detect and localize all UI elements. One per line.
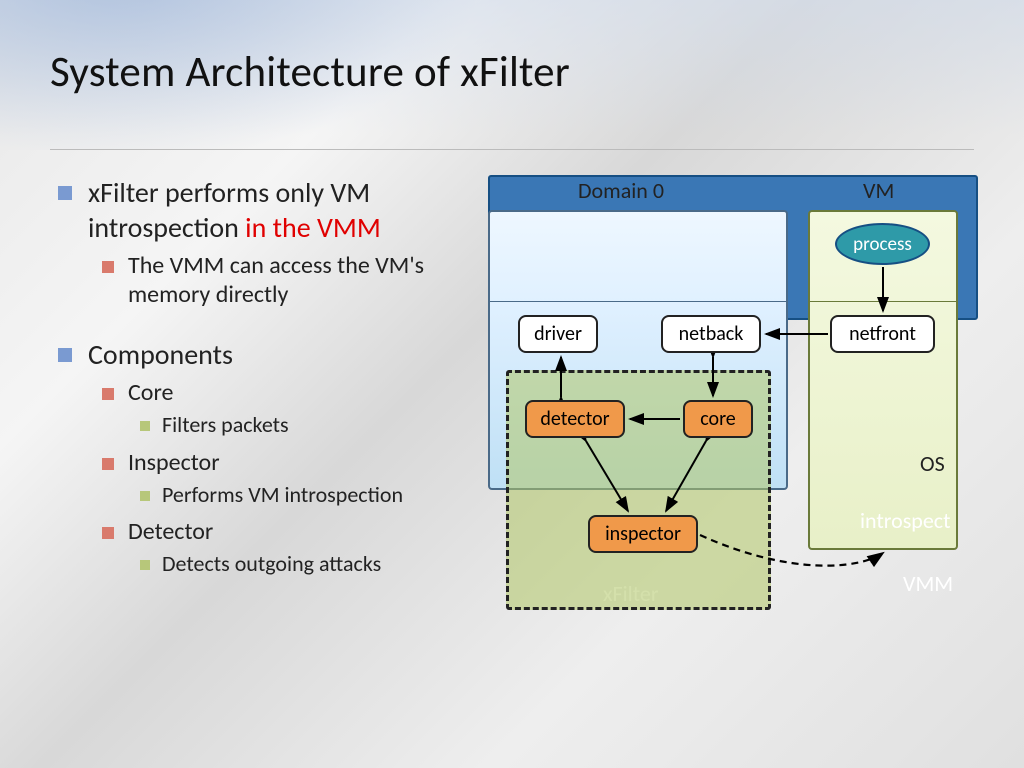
square-bullet-icon — [102, 388, 114, 400]
bullet-text: Detector — [128, 517, 213, 546]
architecture-diagram: Domain 0 VM process driver netback netfr… — [488, 175, 994, 665]
bullet-lvl2: The VMM can access the VM's memory direc… — [102, 251, 478, 309]
bullet-lvl2: Inspector — [102, 448, 478, 477]
netback-node: netback — [661, 315, 761, 353]
driver-node: driver — [518, 315, 598, 353]
bullet-lvl2: Detector — [102, 517, 478, 546]
detector-node: detector — [525, 400, 625, 438]
bullet-list: xFilter performs only VM introspection i… — [58, 175, 478, 665]
process-node: process — [835, 223, 930, 265]
square-bullet-icon — [102, 527, 114, 539]
label-vmm: VMM — [903, 570, 953, 597]
square-bullet-icon — [58, 186, 72, 200]
bullet-text: Core — [128, 378, 173, 407]
bullet-text: The VMM can access the VM's memory direc… — [128, 251, 478, 309]
bullet-text: Filters packets — [162, 411, 289, 440]
bullet-lvl2: Core — [102, 378, 478, 407]
slide-title: System Architecture of xFilter — [50, 45, 1024, 98]
square-bullet-icon — [140, 421, 150, 431]
bullet-lvl3: Filters packets — [140, 411, 478, 440]
square-bullet-icon — [58, 348, 72, 362]
square-bullet-icon — [140, 560, 150, 570]
netfront-node: netfront — [830, 315, 935, 353]
slide-content: xFilter performs only VM introspection i… — [0, 150, 1024, 665]
square-bullet-icon — [102, 261, 114, 273]
bullet-lvl3: Performs VM introspection — [140, 481, 478, 510]
slide-header: System Architecture of xFilter — [0, 0, 1024, 150]
core-node: core — [683, 400, 753, 438]
bullet-lvl1: xFilter performs only VM introspection i… — [58, 175, 478, 245]
square-bullet-icon — [102, 458, 114, 470]
bullet-text: Performs VM introspection — [162, 481, 403, 510]
label-domain0: Domain 0 — [578, 177, 664, 204]
bullet-em: in the VMM — [245, 210, 381, 245]
inspector-node: inspector — [588, 515, 698, 553]
bullet-text: Inspector — [128, 448, 220, 477]
bullet-text: Detects outgoing attacks — [162, 550, 381, 579]
label-introspect: introspect — [860, 507, 950, 534]
bullet-text: Components — [88, 337, 233, 372]
bullet-lvl1: Components — [58, 337, 478, 372]
label-vm: VM — [863, 177, 894, 204]
square-bullet-icon — [140, 491, 150, 501]
label-os: OS — [920, 450, 945, 477]
bullet-lvl3: Detects outgoing attacks — [140, 550, 478, 579]
